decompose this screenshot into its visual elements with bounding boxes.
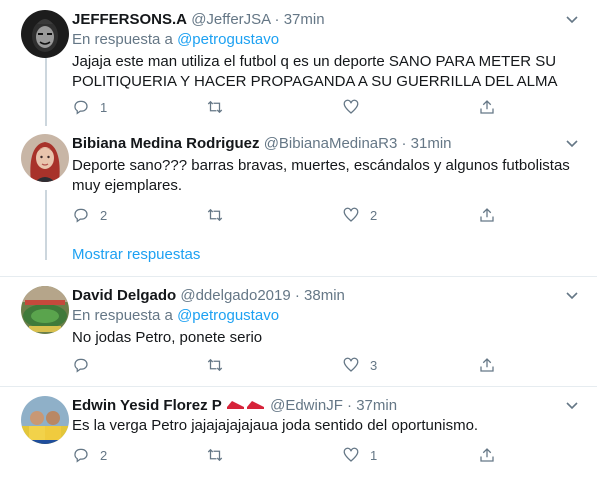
tweet-text: Jajaja este man utiliza el futbol q es u…: [72, 53, 558, 90]
masked-face-icon: [21, 10, 69, 58]
user-handle[interactable]: @BibianaMedinaR3: [264, 135, 398, 152]
reply-icon: [74, 208, 88, 223]
timestamp[interactable]: 31min: [411, 135, 452, 152]
reply-count: 1: [100, 99, 108, 115]
stadium-icon: [21, 286, 69, 334]
share-button[interactable]: [478, 98, 496, 116]
reply-prefix: En respuesta a: [72, 307, 173, 324]
reply-icon: [74, 448, 88, 463]
avatar[interactable]: [21, 396, 69, 444]
reply-button[interactable]: 1: [72, 98, 107, 116]
red-hair-woman-icon: [21, 134, 69, 182]
retweet-icon: [207, 358, 223, 372]
tweet-header: JEFFERSONS.A @JefferJSA · 37min: [72, 10, 325, 30]
tweet-actions: 2 1: [72, 446, 512, 466]
reply-context: En respuesta a @petrogustavo: [72, 306, 279, 326]
tweet-header: David Delgado @ddelgado2019 · 38min: [72, 286, 345, 306]
share-icon: [480, 358, 494, 372]
share-button[interactable]: [478, 446, 496, 464]
like-button[interactable]: 1: [342, 446, 377, 464]
mention-link[interactable]: @petrogustavo: [177, 307, 279, 324]
heart-icon: [343, 207, 359, 222]
display-name[interactable]: Bibiana Medina Rodriguez: [72, 135, 260, 152]
heart-icon: [343, 99, 359, 114]
share-button[interactable]: [478, 356, 496, 374]
chevron-down-icon[interactable]: [563, 134, 581, 152]
divider: [0, 386, 597, 387]
mention-link[interactable]: @petrogustavo: [177, 31, 279, 48]
retweet-button[interactable]: [206, 446, 234, 464]
avatar[interactable]: [21, 134, 69, 182]
tweet-card[interactable]: Bibiana Medina Rodriguez @BibianaMedinaR…: [0, 134, 597, 234]
chevron-down-icon[interactable]: [563, 286, 581, 304]
tweet-actions: 2 2: [72, 206, 512, 226]
user-handle[interactable]: @EdwinJF: [270, 397, 343, 414]
user-handle[interactable]: @JefferJSA: [191, 11, 270, 28]
reply-count: 2: [100, 207, 108, 223]
heart-icon: [343, 357, 359, 372]
retweet-button[interactable]: [206, 98, 234, 116]
tweet-card[interactable]: Edwin Yesid Florez P @EdwinJF · 37min Es…: [0, 396, 597, 476]
retweet-button[interactable]: [206, 206, 234, 224]
reply-prefix: En respuesta a: [72, 31, 173, 48]
retweet-icon: [207, 448, 223, 462]
like-count: 1: [370, 447, 378, 463]
tweet-card[interactable]: JEFFERSONS.A @JefferJSA · 37min En respu…: [0, 10, 597, 120]
tweet-text: Deporte sano??? barras bravas, muertes, …: [72, 157, 570, 194]
user-handle[interactable]: @ddelgado2019: [180, 287, 290, 304]
tweet-header: Bibiana Medina Rodriguez @BibianaMedinaR…: [72, 134, 452, 154]
like-button[interactable]: [342, 98, 370, 116]
share-icon: [480, 100, 494, 114]
tweet-header: Edwin Yesid Florez P @EdwinJF · 37min: [72, 396, 397, 416]
timestamp[interactable]: 38min: [304, 287, 345, 304]
reply-button[interactable]: 2: [72, 446, 107, 464]
chevron-down-icon[interactable]: [563, 396, 581, 414]
retweet-icon: [207, 208, 223, 222]
tweet-actions: 1: [72, 98, 512, 118]
divider: [0, 276, 597, 277]
retweet-icon: [207, 100, 223, 114]
show-replies-link[interactable]: Mostrar respuestas: [72, 246, 200, 263]
chevron-down-icon[interactable]: [563, 10, 581, 28]
like-count: 3: [370, 357, 378, 373]
like-count: 2: [370, 207, 378, 223]
red-sneakers-icon: [226, 401, 264, 410]
like-button[interactable]: 2: [342, 206, 377, 224]
reply-button[interactable]: [72, 356, 100, 374]
share-icon: [480, 448, 494, 462]
timestamp[interactable]: 37min: [284, 11, 325, 28]
tweet-text: Es la verga Petro jajajajajajaua joda se…: [72, 417, 479, 434]
avatar[interactable]: [21, 10, 69, 58]
separator-dot: ·: [347, 397, 353, 414]
share-button[interactable]: [478, 206, 496, 224]
tweet-card[interactable]: David Delgado @ddelgado2019 · 38min En r…: [0, 286, 597, 376]
reply-count: 2: [100, 447, 108, 463]
avatar[interactable]: [21, 286, 69, 334]
timestamp[interactable]: 37min: [356, 397, 397, 414]
reply-button[interactable]: 2: [72, 206, 107, 224]
separator-dot: ·: [294, 287, 300, 304]
separator-dot: ·: [274, 11, 280, 28]
display-name[interactable]: David Delgado: [72, 287, 176, 304]
display-name[interactable]: Edwin Yesid Florez P: [72, 397, 222, 414]
like-button[interactable]: 3: [342, 356, 377, 374]
reply-context: En respuesta a @petrogustavo: [72, 30, 279, 50]
display-name[interactable]: JEFFERSONS.A: [72, 11, 187, 28]
tweet-actions: 3: [72, 356, 512, 376]
tweet-text: No jodas Petro, ponete serio: [72, 329, 263, 346]
reply-icon: [74, 100, 88, 115]
separator-dot: ·: [401, 135, 407, 152]
reply-icon: [74, 358, 88, 373]
retweet-button[interactable]: [206, 356, 234, 374]
heart-icon: [343, 447, 359, 462]
fans-photo-icon: [21, 396, 69, 444]
share-icon: [480, 208, 494, 222]
